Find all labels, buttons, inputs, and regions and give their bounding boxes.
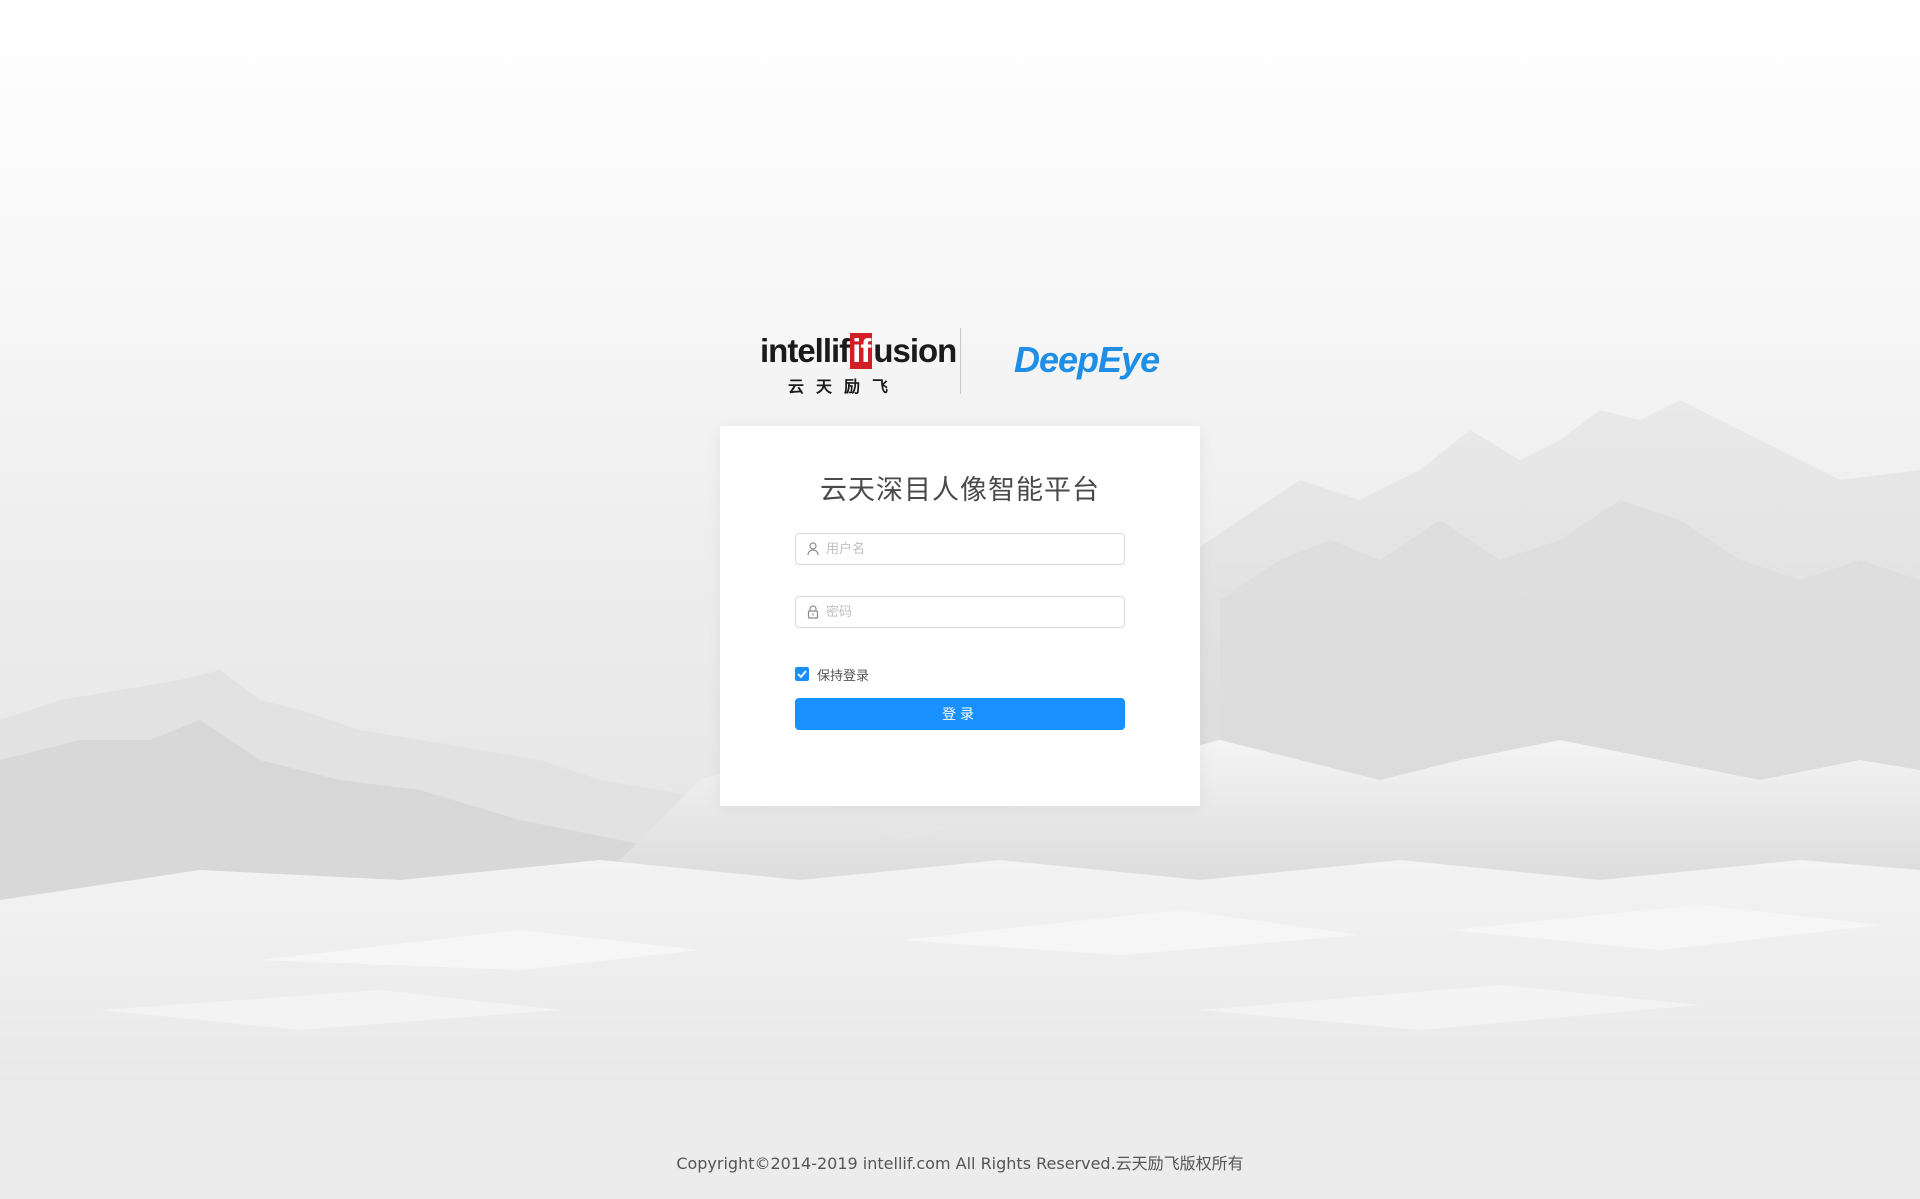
intellifusion-wordmark: intellififusion bbox=[760, 332, 957, 369]
copyright-footer: Copyright©2014-2019 intellif.com All Rig… bbox=[676, 1154, 1244, 1173]
username-field[interactable] bbox=[795, 533, 1125, 565]
logo-text-mark: if bbox=[850, 332, 873, 369]
remember-checkbox[interactable] bbox=[795, 667, 809, 681]
logo-divider bbox=[960, 328, 961, 394]
deepeye-logo: DeepEye bbox=[1014, 339, 1160, 380]
user-icon bbox=[807, 542, 819, 556]
check-icon bbox=[797, 670, 807, 678]
remember-label: 保持登录 bbox=[817, 668, 870, 684]
username-input[interactable] bbox=[826, 534, 1116, 564]
intellifusion-logo: intellififusion 云天励飞 bbox=[760, 333, 957, 397]
login-button[interactable]: 登录 bbox=[795, 698, 1125, 730]
logo-text-prefix: intellif bbox=[760, 332, 850, 369]
password-field[interactable] bbox=[795, 596, 1125, 628]
lock-icon bbox=[807, 605, 819, 619]
logo-bar: intellififusion 云天励飞 DeepEye bbox=[0, 325, 1920, 397]
login-card: 云天深目人像智能平台 保持登录 登录 bbox=[720, 426, 1200, 806]
login-title: 云天深目人像智能平台 bbox=[820, 475, 1100, 506]
intellifusion-cn-name: 云天励飞 bbox=[788, 377, 901, 396]
remember-me[interactable]: 保持登录 bbox=[795, 666, 870, 684]
password-input[interactable] bbox=[826, 597, 1116, 627]
logo-text-suffix: usion bbox=[873, 332, 957, 369]
